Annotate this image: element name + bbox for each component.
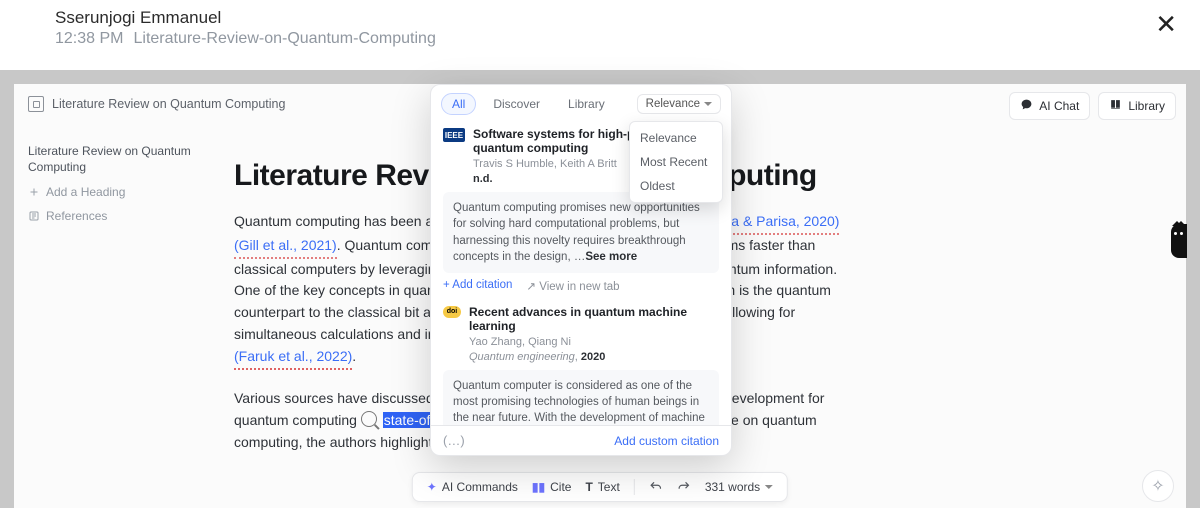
user-name: Sserunjogi Emmanuel xyxy=(55,8,436,28)
result-snippet: Quantum computing promises new opportuni… xyxy=(443,192,719,272)
cite-tab-all[interactable]: All xyxy=(441,93,476,115)
assistant-button[interactable]: ✧ xyxy=(1142,470,1174,502)
outline-current[interactable]: Literature Review on Quantum Computing xyxy=(28,144,193,175)
redo-icon xyxy=(677,480,691,494)
close-button[interactable]: ✕ xyxy=(1150,8,1182,40)
view-new-tab-button[interactable]: ↗ View in new tab xyxy=(526,279,619,293)
library-button[interactable]: Library xyxy=(1098,92,1176,120)
source-badge-ieee: IEEE xyxy=(443,128,465,142)
citation-faruk[interactable]: (Faruk et al., 2022) xyxy=(234,346,352,371)
book-icon xyxy=(1109,98,1122,114)
see-more-link[interactable]: See more xyxy=(585,251,637,263)
plus-icon xyxy=(28,186,40,198)
word-count[interactable]: 331 words xyxy=(705,480,773,494)
sparkle-icon: ✦ xyxy=(427,480,437,494)
references-button[interactable]: References xyxy=(28,209,193,223)
add-heading-button[interactable]: Add a Heading xyxy=(28,185,193,199)
chevron-down-icon xyxy=(704,102,712,110)
cite-tab-discover[interactable]: Discover xyxy=(482,93,551,115)
undo-icon xyxy=(649,480,663,494)
footer-collapse-button[interactable]: (…) xyxy=(443,433,465,448)
file-name: Literature-Review-on-Quantum-Computing xyxy=(133,30,435,48)
sort-option-oldest[interactable]: Oldest xyxy=(630,174,722,198)
ai-commands-button[interactable]: ✦ AI Commands xyxy=(427,480,518,494)
undo-button[interactable] xyxy=(649,480,663,494)
doc-tab-title: Literature Review on Quantum Computing xyxy=(52,97,285,111)
sort-button[interactable]: Relevance xyxy=(637,94,721,114)
source-badge-doi: doi xyxy=(443,306,461,318)
sort-menu: Relevance Most Recent Oldest xyxy=(629,121,723,203)
result-authors: Yao Zhang, Qiang Ni xyxy=(469,335,719,349)
ai-chat-label: AI Chat xyxy=(1039,99,1079,113)
mascot-peek xyxy=(1171,224,1187,258)
document-icon xyxy=(28,96,44,112)
chat-icon xyxy=(1020,98,1033,114)
result-title[interactable]: Recent advances in quantum machine learn… xyxy=(469,305,719,334)
redo-button[interactable] xyxy=(677,480,691,494)
library-label: Library xyxy=(1128,99,1165,113)
references-label: References xyxy=(46,209,107,223)
sort-option-relevance[interactable]: Relevance xyxy=(630,126,722,150)
chevron-down-icon xyxy=(765,485,773,493)
cite-tab-library[interactable]: Library xyxy=(557,93,616,115)
sparkle-icon: ✧ xyxy=(1151,476,1164,496)
text-button[interactable]: T Text xyxy=(585,480,619,494)
result-journal: Quantum engineering, 2020 xyxy=(469,350,719,364)
citation-gill[interactable]: (Gill et al., 2021) xyxy=(234,235,337,259)
ai-chat-button[interactable]: AI Chat xyxy=(1009,92,1090,120)
timestamp: 12:38 PM xyxy=(55,30,123,48)
sort-option-recent[interactable]: Most Recent xyxy=(630,150,722,174)
bottom-toolbar: ✦ AI Commands ▮▮ Cite T Text xyxy=(412,472,788,502)
add-citation-button[interactable]: + Add citation xyxy=(443,279,512,293)
references-icon xyxy=(28,210,40,222)
text-icon: T xyxy=(585,480,592,494)
add-custom-citation-button[interactable]: Add custom citation xyxy=(614,434,719,448)
citation-result: doi Recent advances in quantum machine l… xyxy=(443,305,719,425)
cite-button[interactable]: ▮▮ Cite xyxy=(532,480,572,494)
search-icon[interactable] xyxy=(361,411,377,427)
cite-icon: ▮▮ xyxy=(532,480,545,494)
result-snippet: Quantum computer is considered as one of… xyxy=(443,370,719,425)
add-heading-label: Add a Heading xyxy=(46,185,125,199)
separator xyxy=(634,479,635,495)
citation-panel: All Discover Library Relevance Relevance… xyxy=(430,84,732,456)
